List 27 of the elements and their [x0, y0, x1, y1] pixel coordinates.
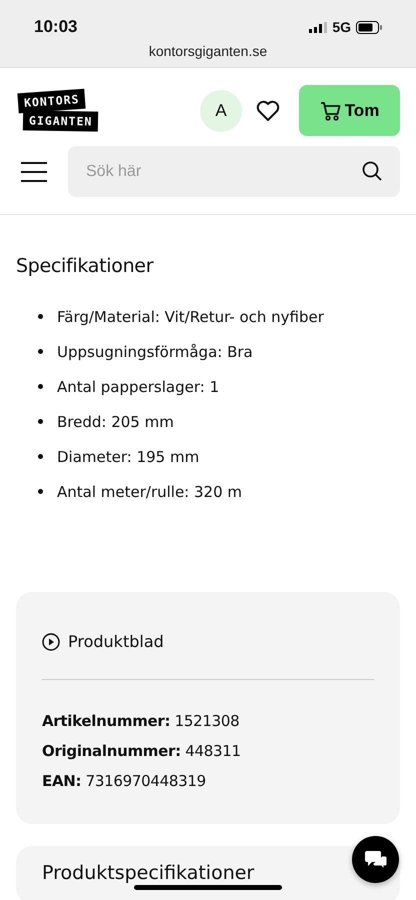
chat-button[interactable] [352, 836, 399, 883]
battery-icon [356, 20, 382, 34]
cart-icon [320, 100, 342, 120]
spec-item: Diameter: 195 mm [57, 448, 200, 466]
product-number: EAN: 7316970448319 [42, 771, 207, 792]
url-text[interactable]: kontorsgiganten.se [0, 43, 416, 59]
product-number: Artikelnummer: 1521308 [42, 711, 240, 732]
spec-item: Antal meter/rulle: 320 m [57, 482, 242, 500]
cart-button[interactable]: Tom [299, 85, 400, 136]
product-number: Originalnummer: 448311 [42, 741, 242, 762]
signal-icon [309, 22, 328, 32]
account-button[interactable]: A [200, 90, 242, 132]
play-icon [42, 632, 60, 650]
spec-item: Färg/Material: Vit/Retur- och nyfiber [57, 308, 324, 326]
search-icon[interactable] [362, 161, 382, 181]
section-title: Specifikationer [16, 255, 154, 277]
search-field[interactable]: Sök här [68, 146, 400, 197]
chat-icon [364, 848, 388, 870]
product-sheet-link[interactable]: Produktblad [42, 632, 374, 651]
card-title: Produktspecifikationer [42, 862, 256, 884]
network-label: 5G [332, 19, 351, 35]
spec-item: Bredd: 205 mm [57, 412, 174, 430]
heart-icon[interactable] [256, 100, 280, 122]
status-time: 10:03 [34, 17, 78, 37]
spec-item: Antal papperslager: 1 [57, 378, 220, 396]
spec-item: Uppsugningsförmåga: Bra [57, 342, 253, 360]
menu-icon[interactable] [21, 162, 47, 182]
